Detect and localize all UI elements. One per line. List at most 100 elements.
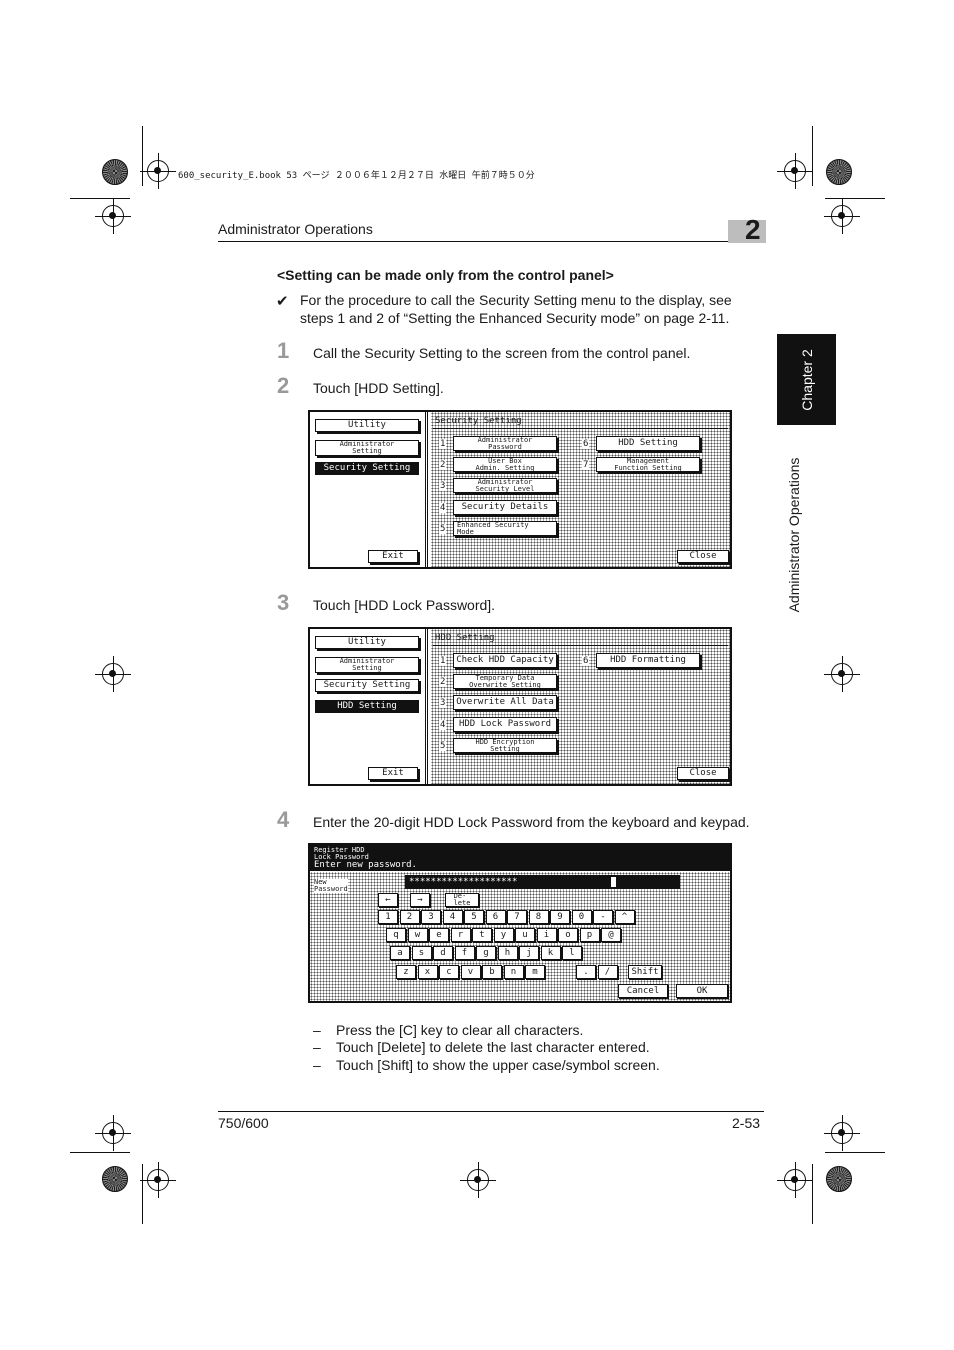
step-text: Enter the 20-digit HDD Lock Password fro… bbox=[313, 814, 750, 830]
key-button[interactable]: m bbox=[525, 965, 545, 979]
registration-mark-icon bbox=[824, 656, 860, 692]
ok-button[interactable]: OK bbox=[676, 984, 728, 998]
key-button[interactable]: 9 bbox=[550, 910, 570, 924]
cancel-button[interactable]: Cancel bbox=[618, 984, 668, 998]
check-icon: ✔ bbox=[276, 293, 289, 310]
check-hdd-capacity-button[interactable]: Check HDD Capacity bbox=[453, 653, 557, 668]
key-button[interactable]: q bbox=[386, 928, 406, 942]
key-button[interactable]: 2 bbox=[399, 910, 420, 924]
step-number: 3 bbox=[277, 590, 290, 615]
key-button[interactable]: @ bbox=[601, 928, 621, 942]
step-number: 1 bbox=[277, 338, 290, 363]
security-details-button[interactable]: Security Details bbox=[453, 500, 557, 515]
key-button[interactable]: i bbox=[536, 928, 557, 942]
exit-button[interactable]: Exit bbox=[368, 767, 418, 780]
register-hdd-lock-password-screen: Register HDD Lock Password Enter new pas… bbox=[308, 843, 732, 1003]
registration-mark-icon bbox=[777, 1162, 813, 1198]
key-button[interactable]: l bbox=[562, 946, 582, 960]
key-button[interactable]: 6 bbox=[485, 910, 506, 924]
item-number: 1 bbox=[439, 656, 447, 666]
cursor-right-button[interactable]: → bbox=[410, 893, 430, 907]
password-field[interactable]: ******************** bbox=[405, 875, 680, 889]
key-button[interactable]: n bbox=[503, 965, 524, 979]
step-text: Touch [HDD Setting]. bbox=[313, 380, 444, 396]
temporary-data-overwrite-button[interactable]: Temporary Data Overwrite Setting bbox=[453, 674, 557, 689]
administrator-password-button[interactable]: Administrator Password bbox=[453, 436, 557, 451]
side-tab-section-label: Administrator Operations bbox=[786, 457, 802, 613]
administrator-security-level-button[interactable]: Administrator Security Level bbox=[453, 478, 557, 493]
user-box-admin-setting-button[interactable]: User Box Admin. Setting bbox=[453, 457, 557, 472]
key-button[interactable]: z bbox=[396, 965, 416, 979]
key-button[interactable]: 3 bbox=[421, 910, 441, 924]
key-button[interactable]: s bbox=[411, 946, 432, 960]
side-tab-chapter: Chapter 2 bbox=[777, 334, 836, 425]
key-button[interactable]: e bbox=[429, 928, 449, 942]
key-button[interactable]: k bbox=[540, 946, 561, 960]
key-button[interactable]: d bbox=[433, 946, 453, 960]
text-cursor bbox=[611, 877, 616, 887]
key-button[interactable]: 1 bbox=[378, 910, 398, 924]
left-nav-panel: Utility Administrator Setting Security S… bbox=[310, 629, 428, 784]
key-button[interactable]: b bbox=[482, 965, 502, 979]
hdd-lock-password-button[interactable]: HDD Lock Password bbox=[453, 717, 557, 732]
key-button[interactable]: 7 bbox=[507, 910, 527, 924]
running-header: Administrator Operations bbox=[218, 221, 373, 237]
cursor-left-button[interactable]: ← bbox=[378, 893, 398, 907]
key-button[interactable]: ^ bbox=[614, 910, 635, 924]
overwrite-all-data-button[interactable]: Overwrite All Data bbox=[453, 695, 557, 710]
footer-page: 2-53 bbox=[732, 1115, 761, 1131]
key-button[interactable]: t bbox=[472, 928, 492, 942]
key-button[interactable]: a bbox=[390, 946, 410, 960]
left-nav-panel: Utility Administrator Setting Security S… bbox=[310, 412, 428, 567]
key-button[interactable]: / bbox=[597, 965, 618, 979]
item-number: 1 bbox=[439, 439, 447, 449]
shift-button[interactable]: Shift bbox=[628, 965, 662, 979]
key-button[interactable]: 8 bbox=[528, 910, 549, 924]
hdd-setting-button[interactable]: HDD Setting bbox=[315, 700, 419, 713]
key-button[interactable]: w bbox=[407, 928, 428, 942]
key-button[interactable]: u bbox=[515, 928, 535, 942]
registration-mark-icon bbox=[95, 1115, 131, 1151]
key-button[interactable]: . bbox=[576, 965, 596, 979]
color-rosette-icon bbox=[102, 159, 128, 185]
bullet-dash: – bbox=[313, 1039, 321, 1055]
item-number: 2 bbox=[439, 677, 447, 687]
enhanced-security-mode-button[interactable]: Enhanced Security Mode bbox=[453, 521, 557, 536]
hdd-formatting-button[interactable]: HDD Formatting bbox=[596, 653, 700, 668]
close-button[interactable]: Close bbox=[677, 767, 729, 780]
registration-mark-icon bbox=[777, 153, 813, 189]
hdd-encryption-setting-button[interactable]: HDD Encryption Setting bbox=[453, 738, 557, 753]
key-button[interactable]: j bbox=[519, 946, 539, 960]
utility-button[interactable]: Utility bbox=[315, 419, 419, 432]
exit-button[interactable]: Exit bbox=[368, 550, 418, 563]
key-button[interactable]: v bbox=[460, 965, 481, 979]
security-setting-button[interactable]: Security Setting bbox=[315, 679, 419, 692]
panel-title: HDD Setting bbox=[435, 633, 495, 643]
key-button[interactable]: 5 bbox=[464, 910, 484, 924]
security-setting-panel: Security Setting 1 Administrator Passwor… bbox=[431, 412, 730, 567]
hdd-setting-button[interactable]: HDD Setting bbox=[596, 436, 700, 451]
key-button[interactable]: g bbox=[476, 946, 496, 960]
close-button[interactable]: Close bbox=[677, 550, 729, 563]
key-button[interactable]: - bbox=[593, 910, 613, 924]
key-button[interactable]: y bbox=[493, 928, 514, 942]
key-button[interactable]: 0 bbox=[571, 910, 592, 924]
section-heading: <Setting can be made only from the contr… bbox=[277, 267, 614, 283]
key-button[interactable]: 4 bbox=[442, 910, 463, 924]
key-button[interactable]: h bbox=[497, 946, 518, 960]
key-button[interactable]: o bbox=[558, 928, 578, 942]
key-button[interactable]: f bbox=[454, 946, 475, 960]
key-button[interactable]: p bbox=[579, 928, 600, 942]
key-button[interactable]: c bbox=[439, 965, 459, 979]
management-function-setting-button[interactable]: Management Function Setting bbox=[596, 457, 700, 472]
note-text: For the procedure to call the Security S… bbox=[300, 292, 732, 326]
administrator-setting-button[interactable]: Administrator Setting bbox=[315, 657, 419, 673]
utility-button[interactable]: Utility bbox=[315, 636, 419, 649]
delete-button[interactable]: De- lete bbox=[445, 893, 479, 907]
security-setting-button[interactable]: Security Setting bbox=[315, 462, 419, 475]
key-button[interactable]: x bbox=[417, 965, 438, 979]
item-number: 4 bbox=[439, 503, 447, 513]
hdd-setting-screen: Utility Administrator Setting Security S… bbox=[308, 627, 732, 786]
key-button[interactable]: r bbox=[450, 928, 471, 942]
administrator-setting-button[interactable]: Administrator Setting bbox=[315, 440, 419, 456]
